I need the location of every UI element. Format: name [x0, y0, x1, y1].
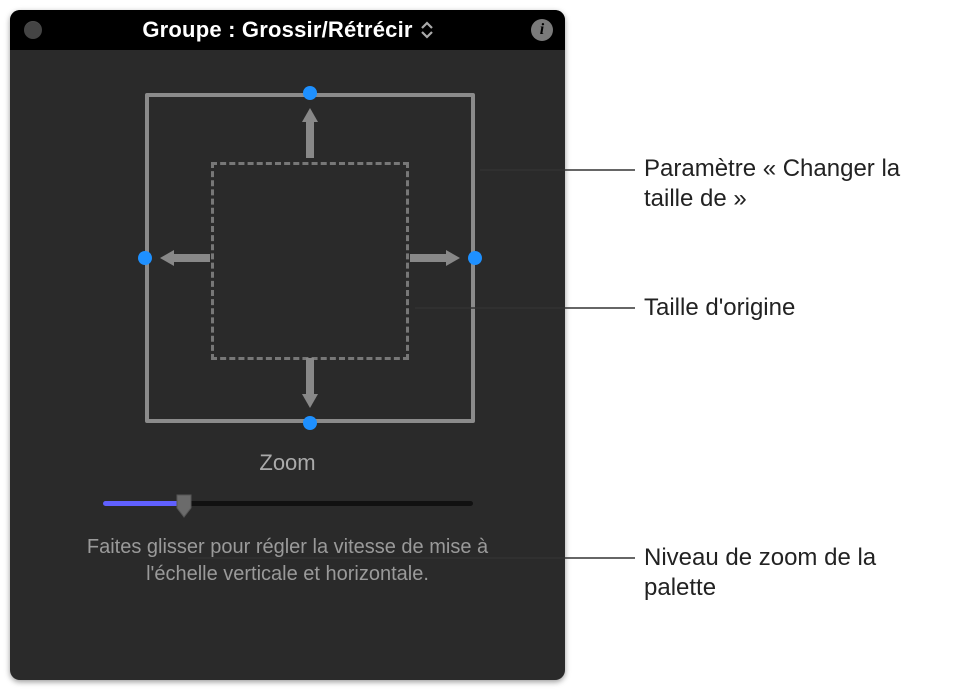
- arrow-down-icon: [302, 394, 318, 408]
- slider-fill: [103, 501, 184, 506]
- zoom-section: Zoom Faites glisser pour régler la vites…: [10, 450, 565, 588]
- arrow-right-icon: [446, 250, 460, 266]
- callout-zoom-level: Niveau de zoom de la palette: [644, 543, 934, 603]
- info-icon[interactable]: i: [531, 19, 553, 41]
- resize-handle-right[interactable]: [468, 251, 482, 265]
- chevron-up-down-icon: [421, 21, 433, 39]
- arrow-right-shaft: [410, 254, 446, 262]
- slider-thumb[interactable]: [176, 494, 192, 518]
- close-dot[interactable]: [24, 21, 42, 39]
- arrow-up-shaft: [306, 122, 314, 158]
- resize-handle-left[interactable]: [138, 251, 152, 265]
- resize-handle-top[interactable]: [303, 86, 317, 100]
- callout-resize-param: Paramètre « Changer la taille de »: [644, 154, 934, 214]
- panel-titlebar: Groupe : Grossir/Rétrécir i: [10, 10, 565, 50]
- panel-title: Groupe : Grossir/Rétrécir: [142, 17, 412, 43]
- arrow-up-icon: [302, 108, 318, 122]
- resize-handle-bottom[interactable]: [303, 416, 317, 430]
- hud-panel: Groupe : Grossir/Rétrécir i: [10, 10, 565, 680]
- callout-original-size: Taille d'origine: [644, 293, 934, 323]
- arrow-left-shaft: [174, 254, 210, 262]
- zoom-slider[interactable]: [103, 494, 473, 512]
- arrow-down-shaft: [306, 358, 314, 394]
- original-size-box: [211, 162, 409, 360]
- zoom-label: Zoom: [10, 450, 565, 476]
- resize-canvas: [10, 50, 565, 445]
- title-popup[interactable]: Groupe : Grossir/Rétrécir: [10, 17, 565, 43]
- arrow-left-icon: [160, 250, 174, 266]
- zoom-help-text: Faites glisser pour régler la vitesse de…: [10, 534, 565, 588]
